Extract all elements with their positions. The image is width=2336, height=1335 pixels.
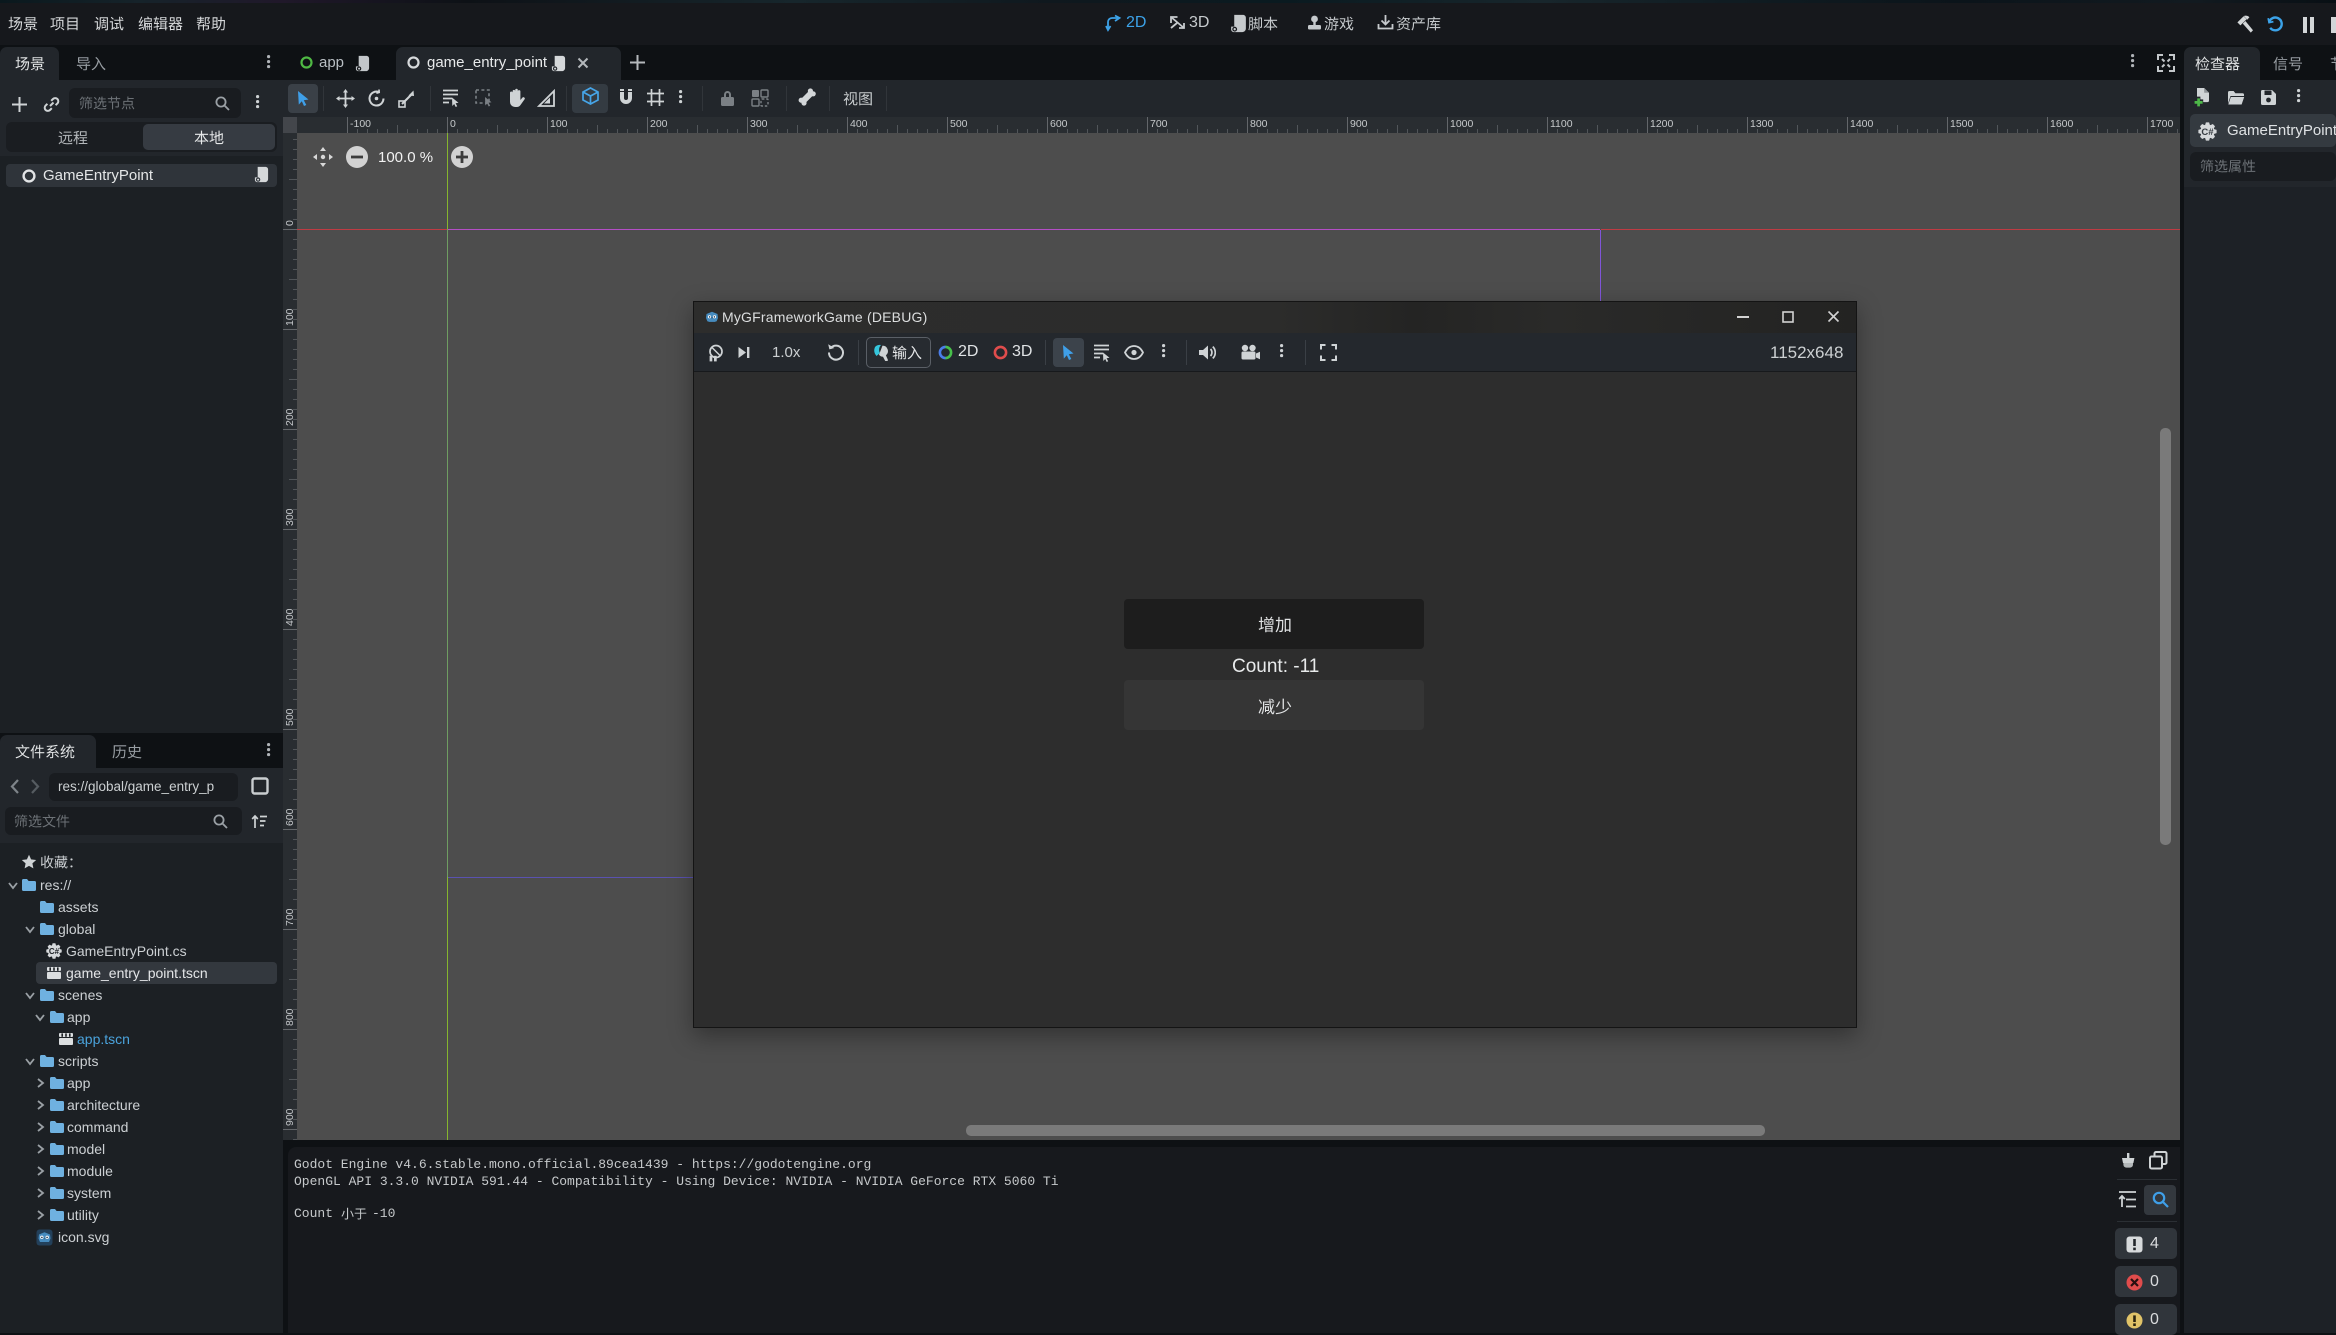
svg-text:C#: C# bbox=[49, 947, 60, 956]
svg-text:700: 700 bbox=[284, 908, 296, 926]
svg-text:800: 800 bbox=[284, 1008, 296, 1026]
svg-text:600: 600 bbox=[284, 808, 296, 826]
svg-text:300: 300 bbox=[284, 508, 296, 526]
svg-text:200: 200 bbox=[284, 408, 296, 426]
svg-text:400: 400 bbox=[284, 608, 296, 626]
svg-text:100: 100 bbox=[284, 308, 296, 326]
svg-text:0: 0 bbox=[284, 220, 296, 226]
svg-text:C#: C# bbox=[2201, 127, 2214, 138]
svg-text:500: 500 bbox=[284, 708, 296, 726]
svg-text:900: 900 bbox=[284, 1108, 296, 1126]
